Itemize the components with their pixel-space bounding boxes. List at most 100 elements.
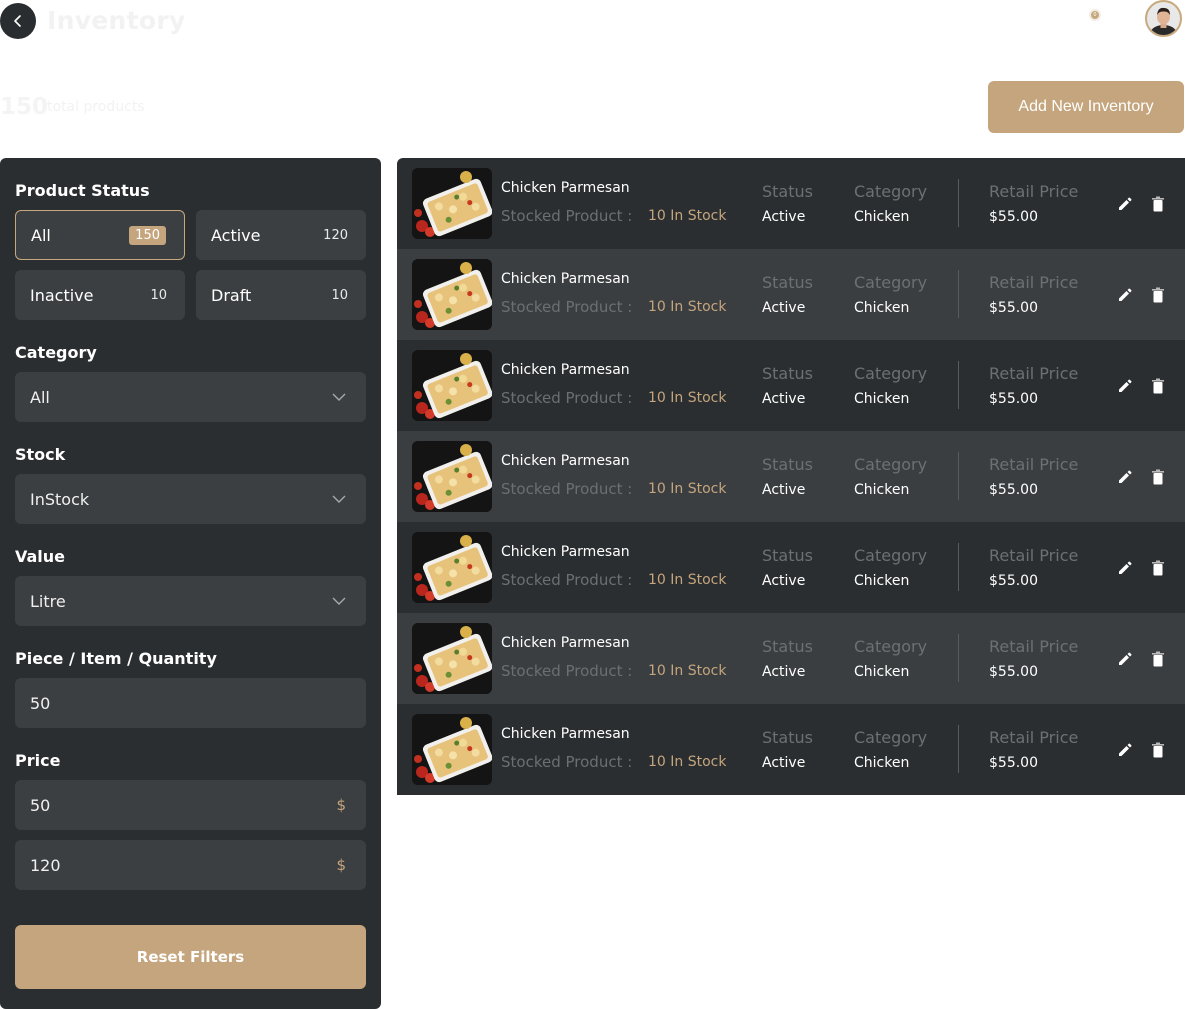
status-header: Status <box>762 364 813 383</box>
category-value: Chicken <box>854 209 910 225</box>
retail-price-header: Retail Price <box>989 546 1079 565</box>
stock-value: 10 In Stock <box>648 390 727 406</box>
divider <box>958 543 959 591</box>
stocked-product-label: Stocked Product : <box>501 753 633 771</box>
back-button[interactable] <box>0 3 36 39</box>
status-filter-inactive[interactable]: Inactive 10 <box>15 270 185 320</box>
retail-price-header: Retail Price <box>989 182 1079 201</box>
stock-value: 10 In Stock <box>648 299 727 315</box>
status-header: Status <box>762 728 813 747</box>
chevron-left-icon <box>14 15 21 27</box>
product-name: Chicken Parmesan <box>501 453 630 469</box>
category-value: Chicken <box>854 755 910 771</box>
status-label: Active <box>211 225 261 245</box>
pencil-icon[interactable] <box>1116 286 1134 308</box>
retail-price-value: $55.00 <box>989 209 1038 225</box>
pencil-icon[interactable] <box>1116 468 1134 490</box>
quantity-input[interactable]: 50 <box>15 678 366 728</box>
product-thumbnail <box>412 532 492 603</box>
category-header: Category <box>854 182 928 201</box>
price-min-value: 50 <box>30 795 51 815</box>
trash-icon[interactable] <box>1151 650 1165 672</box>
quantity-value: 50 <box>30 693 51 713</box>
trash-icon[interactable] <box>1151 195 1165 217</box>
stock-value: 10 In Stock <box>648 572 727 588</box>
product-row[interactable]: Chicken Parmesan Stocked Product : 10 In… <box>397 522 1185 613</box>
divider <box>958 179 959 227</box>
value-title: Value <box>15 547 66 566</box>
stocked-product-label: Stocked Product : <box>501 207 633 225</box>
product-row[interactable]: Chicken Parmesan Stocked Product : 10 In… <box>397 340 1185 431</box>
category-value: Chicken <box>854 664 910 680</box>
product-row[interactable]: Chicken Parmesan Stocked Product : 10 In… <box>397 704 1185 795</box>
status-count: 10 <box>150 287 167 303</box>
status-header: Status <box>762 182 813 201</box>
product-name: Chicken Parmesan <box>501 726 630 742</box>
trash-icon[interactable] <box>1151 559 1165 581</box>
pencil-icon[interactable] <box>1116 559 1134 581</box>
trash-icon[interactable] <box>1151 468 1165 490</box>
chevron-down-icon <box>332 393 346 401</box>
product-row[interactable]: Chicken Parmesan Stocked Product : 10 In… <box>397 249 1185 340</box>
category-header: Category <box>854 455 928 474</box>
status-filter-active[interactable]: Active 120 <box>196 210 366 260</box>
category-value: Chicken <box>854 482 910 498</box>
retail-price-header: Retail Price <box>989 455 1079 474</box>
status-count: 150 <box>129 225 166 245</box>
pencil-icon[interactable] <box>1116 650 1134 672</box>
price-max-input[interactable]: 120 $ <box>15 840 366 890</box>
product-status-title: Product Status <box>15 181 150 200</box>
status-header: Status <box>762 273 813 292</box>
product-row[interactable]: Chicken Parmesan Stocked Product : 10 In… <box>397 431 1185 522</box>
retail-price-header: Retail Price <box>989 364 1079 383</box>
retail-price-value: $55.00 <box>989 300 1038 316</box>
pencil-icon[interactable] <box>1116 377 1134 399</box>
status-filter-all[interactable]: All 150 <box>15 210 185 260</box>
notification-bell-icon[interactable]: 0 <box>1089 9 1101 21</box>
quantity-title: Piece / Item / Quantity <box>15 649 217 668</box>
product-row[interactable]: Chicken Parmesan Stocked Product : 10 In… <box>397 613 1185 704</box>
stock-select[interactable]: InStock <box>15 474 366 524</box>
reset-filters-button[interactable]: Reset Filters <box>15 925 366 989</box>
product-list: Chicken Parmesan Stocked Product : 10 In… <box>397 158 1185 795</box>
divider <box>958 361 959 409</box>
product-name: Chicken Parmesan <box>501 271 630 287</box>
status-value: Active <box>762 300 806 316</box>
category-header: Category <box>854 546 928 565</box>
trash-icon[interactable] <box>1151 286 1165 308</box>
avatar[interactable] <box>1145 0 1182 37</box>
status-header: Status <box>762 637 813 656</box>
stocked-product-label: Stocked Product : <box>501 662 633 680</box>
status-filter-draft[interactable]: Draft 10 <box>196 270 366 320</box>
product-thumbnail <box>412 259 492 330</box>
status-value: Active <box>762 573 806 589</box>
category-header: Category <box>854 728 928 747</box>
product-row[interactable]: Chicken Parmesan Stocked Product : 10 In… <box>397 158 1185 249</box>
retail-price-header: Retail Price <box>989 637 1079 656</box>
category-select[interactable]: All <box>15 372 366 422</box>
status-header: Status <box>762 455 813 474</box>
product-thumbnail <box>412 350 492 421</box>
category-value: All <box>30 387 50 407</box>
retail-price-header: Retail Price <box>989 728 1079 747</box>
category-value: Chicken <box>854 300 910 316</box>
pencil-icon[interactable] <box>1116 195 1134 217</box>
dollar-icon: $ <box>336 796 346 814</box>
pencil-icon[interactable] <box>1116 741 1134 763</box>
chevron-down-icon <box>332 597 346 605</box>
chevron-down-icon <box>332 495 346 503</box>
divider <box>958 452 959 500</box>
status-value: Active <box>762 391 806 407</box>
stocked-product-label: Stocked Product : <box>501 298 633 316</box>
trash-icon[interactable] <box>1151 741 1165 763</box>
trash-icon[interactable] <box>1151 377 1165 399</box>
stock-value: 10 In Stock <box>648 754 727 770</box>
stock-value: 10 In Stock <box>648 481 727 497</box>
product-name: Chicken Parmesan <box>501 635 630 651</box>
total-products-label: total products <box>47 99 145 115</box>
price-min-input[interactable]: 50 $ <box>15 780 366 830</box>
add-new-inventory-button[interactable]: Add New Inventory <box>988 81 1184 133</box>
price-title: Price <box>15 751 61 770</box>
category-title: Category <box>15 343 97 362</box>
value-select[interactable]: Litre <box>15 576 366 626</box>
